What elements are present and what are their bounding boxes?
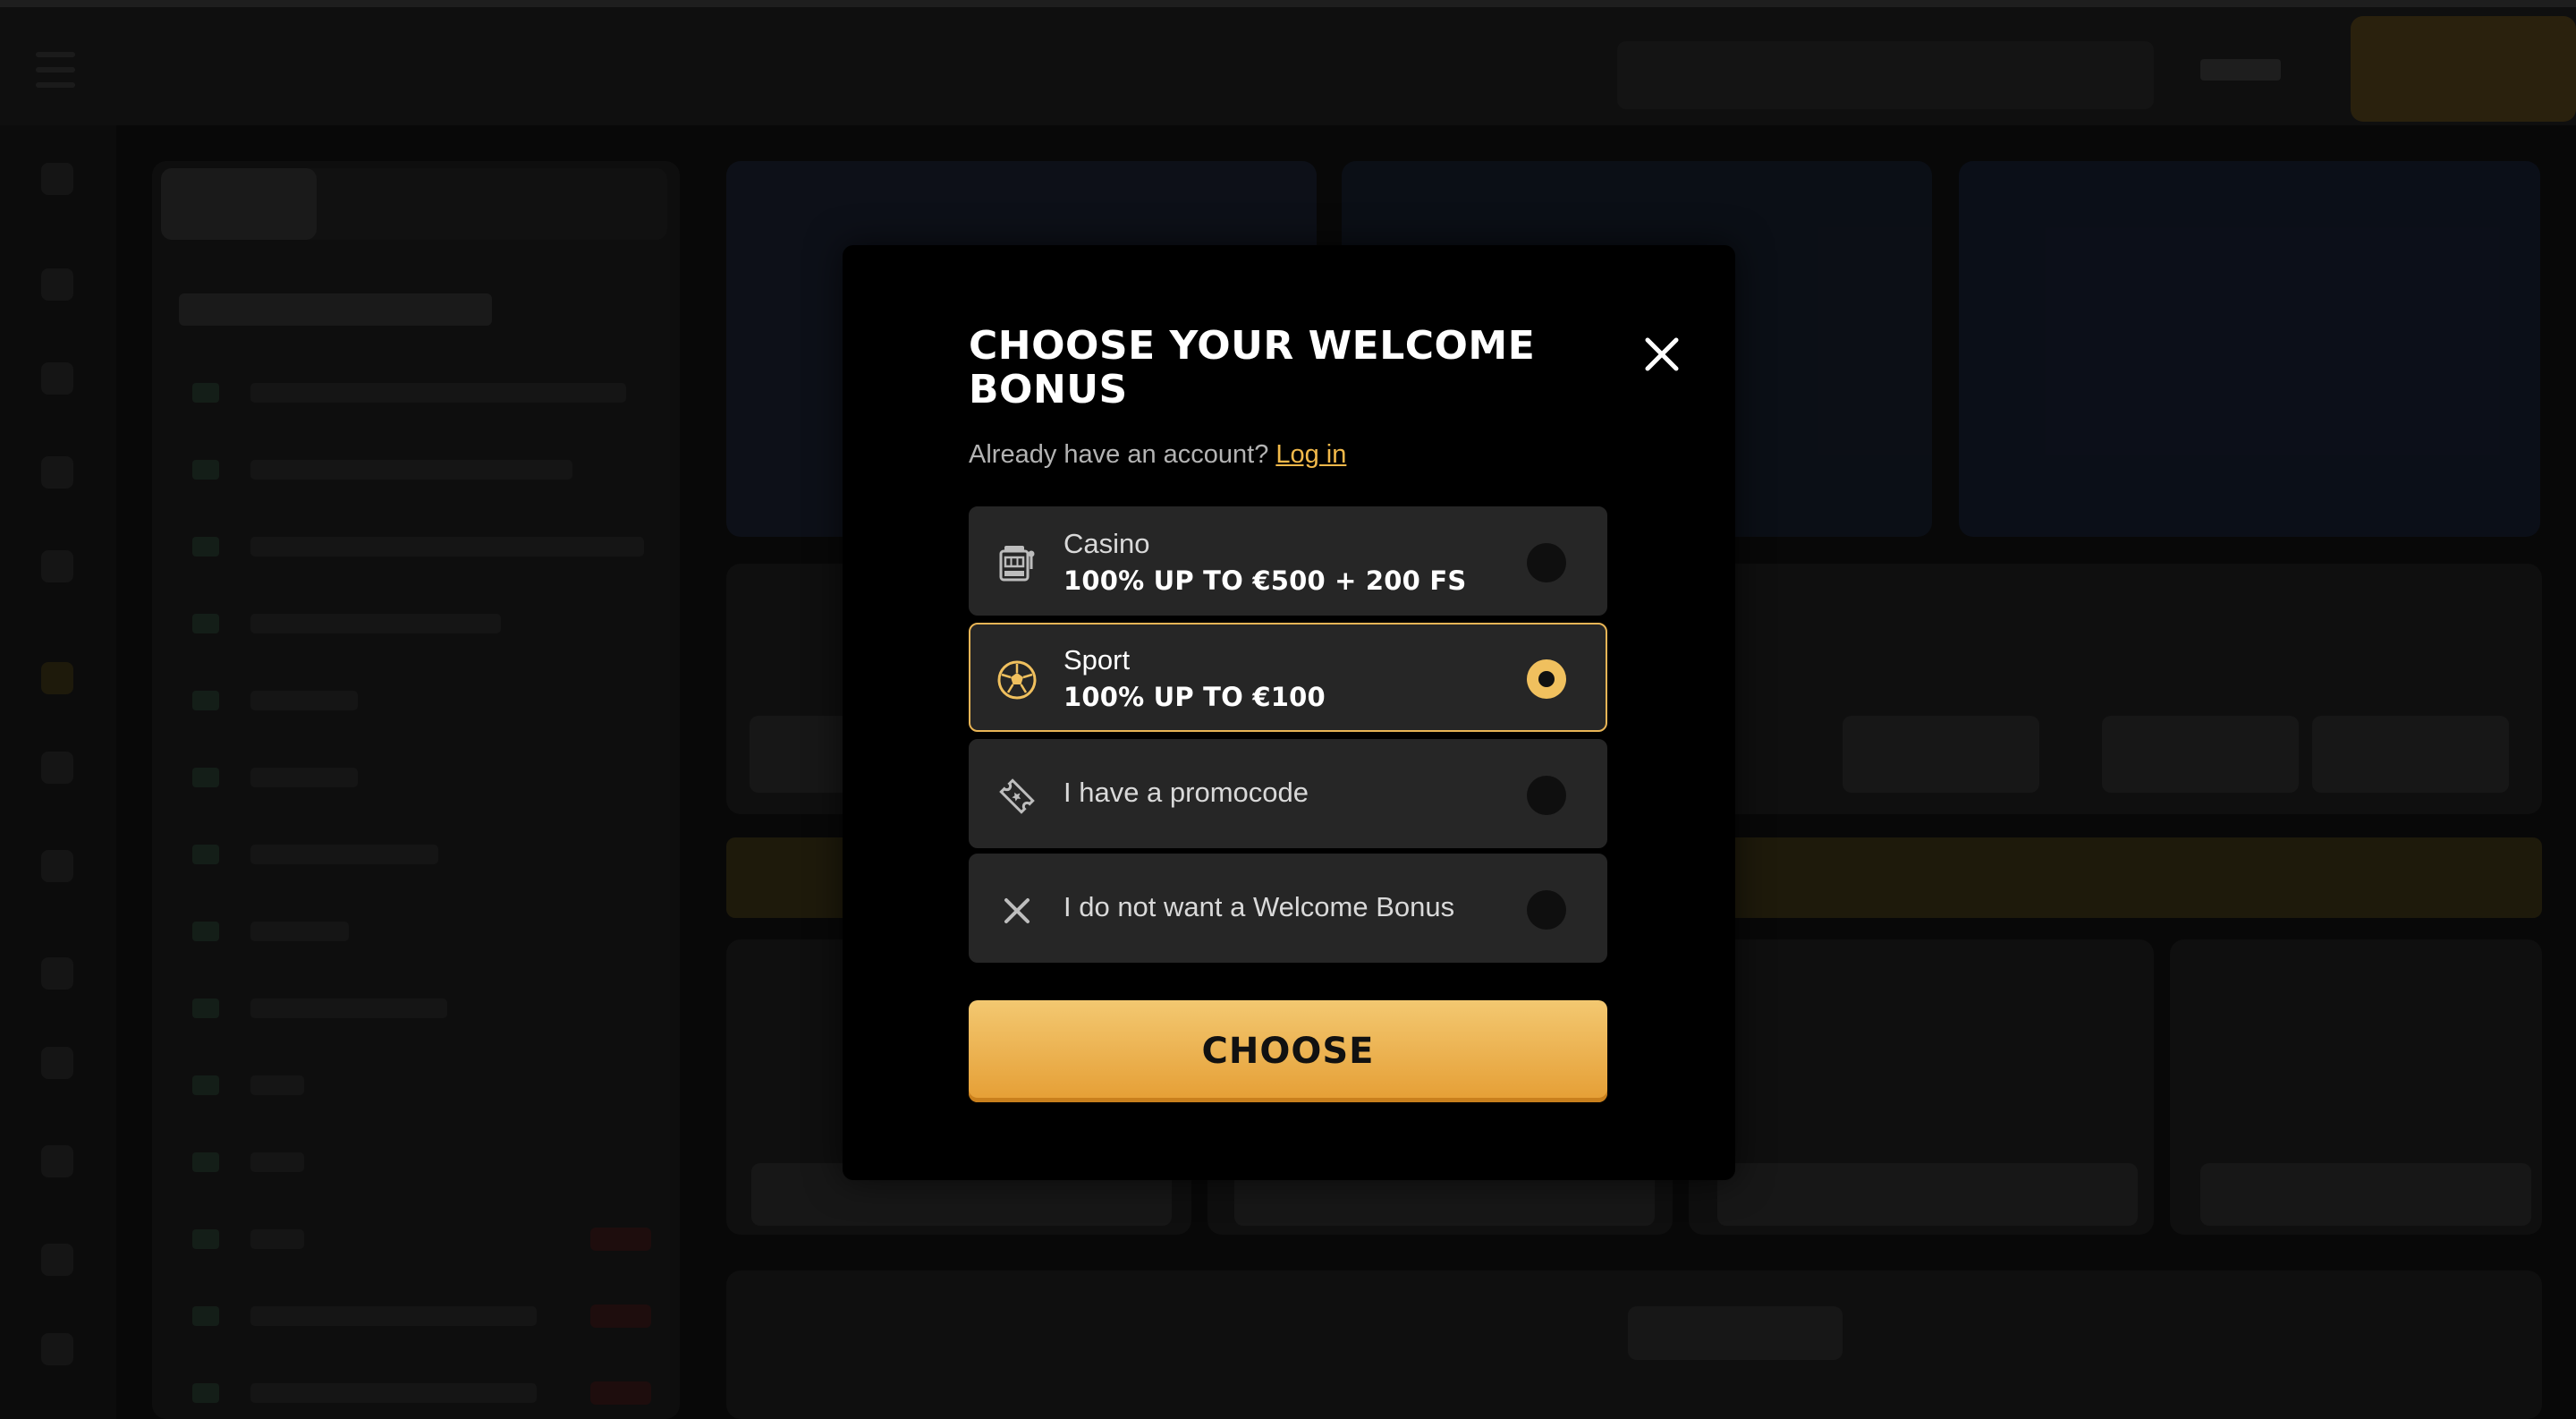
welcome-bonus-modal: CHOOSE YOUR WELCOME BONUS Already have a… [843,245,1735,1180]
account-prompt-line: Already have an account? Log in [969,440,1346,470]
login-link[interactable]: Log in [1275,440,1346,469]
close-icon [996,889,1038,932]
radio-promocode[interactable] [1527,776,1566,815]
option-casino[interactable]: Casino 100% UP TO €500 + 200 FS [969,506,1607,616]
option-no-bonus[interactable]: I do not want a Welcome Bonus [969,854,1607,963]
option-promocode[interactable]: I have a promocode [969,739,1607,848]
slot-machine-icon [996,542,1038,585]
radio-no-bonus[interactable] [1527,890,1566,930]
radio-casino[interactable] [1527,543,1566,582]
radio-sport[interactable] [1527,659,1566,699]
choose-button[interactable]: CHOOSE [969,1000,1607,1102]
close-button[interactable] [1635,327,1689,381]
soccer-ball-icon [996,659,1038,701]
option-label: Sport [1063,644,1131,676]
account-prompt-text: Already have an account? [969,440,1269,469]
option-label: Casino [1063,528,1150,559]
option-sport[interactable]: Sport 100% UP TO €100 [969,623,1607,732]
close-icon [1645,337,1679,371]
modal-title: CHOOSE YOUR WELCOME BONUS [969,323,1536,412]
option-label: I have a promocode [1063,777,1309,808]
option-offer: 100% UP TO €100 [1063,682,1326,712]
option-label: I do not want a Welcome Bonus [1063,891,1455,922]
ticket-icon [996,775,1038,818]
option-offer: 100% UP TO €500 + 200 FS [1063,565,1467,596]
